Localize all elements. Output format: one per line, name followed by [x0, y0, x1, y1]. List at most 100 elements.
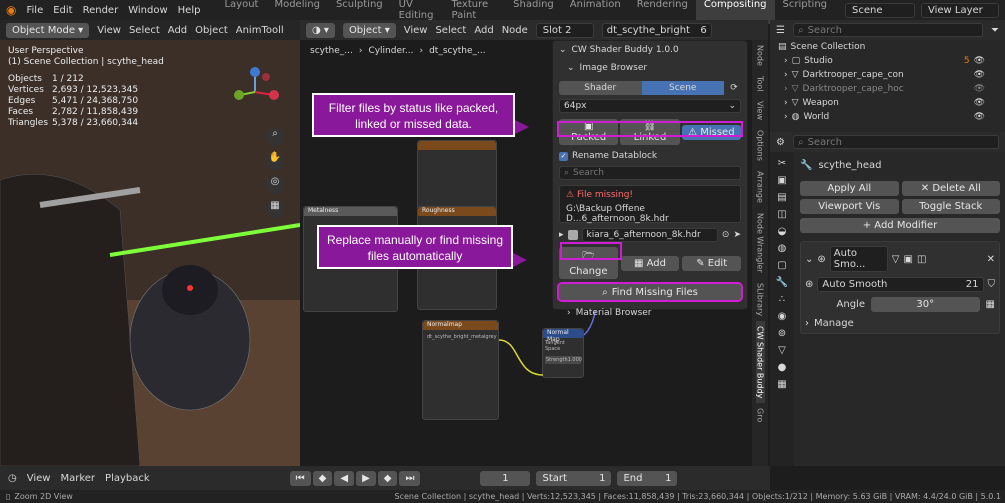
tab-tool[interactable]: Tool [756, 71, 765, 97]
outliner-item-cape-hoc[interactable]: › ▽ Darktrooper_cape_hoc 👁 [770, 82, 1005, 96]
menu-help[interactable]: Help [178, 5, 201, 16]
scene-selector[interactable]: Scene [845, 2, 915, 18]
editor-type-icon[interactable]: ⚙ [776, 137, 785, 148]
timeline-menu-marker[interactable]: Marker [60, 473, 95, 484]
panel-title-row[interactable]: ⌄ CW Shader Buddy 1.0.0 [553, 41, 747, 59]
viewport-vis-button[interactable]: Viewport Vis [800, 199, 899, 214]
outliner-item-cape-con[interactable]: › ▽ Darktrooper_cape_con 👁 [770, 68, 1005, 82]
outliner-root[interactable]: ▤ Scene Collection [770, 40, 1005, 54]
tab-view[interactable]: View [756, 96, 765, 125]
navigation-gizmo-icon[interactable] [228, 65, 282, 119]
image-item-row[interactable]: ▸ kiara_6_afternoon_8k.hdr ⊙ ➤ [559, 228, 741, 242]
output-icon[interactable]: ▤ [777, 192, 786, 203]
visibility-icon[interactable]: 👁 [974, 84, 985, 94]
editor-type-icon[interactable]: ☰ [776, 25, 785, 36]
grid-icon[interactable]: ▦ [266, 200, 284, 218]
image-filename-field[interactable]: kiara_6_afternoon_8k.hdr [581, 228, 718, 242]
physics-icon[interactable]: ◉ [778, 311, 787, 322]
manage-subpanel[interactable]: › Manage [805, 318, 995, 329]
texture-icon[interactable]: ▦ [777, 379, 786, 390]
end-frame-field[interactable]: End 1 [617, 470, 678, 486]
zoom-icon[interactable]: ⌕ [266, 128, 284, 146]
viewport-menu-add[interactable]: Add [168, 25, 187, 36]
play-reverse-icon[interactable]: ◀ [334, 470, 355, 486]
object-mode-dropdown[interactable]: Object Mode ▾ [6, 22, 90, 38]
visibility-icon[interactable]: 👁 [974, 70, 985, 80]
material-icon[interactable]: ● [778, 362, 787, 373]
viewport-menu-animtools[interactable]: AnimTooll [236, 25, 284, 36]
add-modifier-button[interactable]: + Add Modifier [800, 218, 1000, 233]
image-search-input[interactable]: ⌕ Search [559, 166, 741, 180]
menu-edit[interactable]: Edit [53, 5, 72, 16]
outliner-item-world[interactable]: › ◍ World 👁 [770, 110, 1005, 124]
refresh-icon[interactable]: ⟳ [727, 83, 741, 93]
filter-icon[interactable]: ⏷ [991, 25, 999, 36]
apply-all-button[interactable]: Apply All [800, 181, 899, 196]
modifier-name-field[interactable]: Auto Smo... [829, 246, 888, 272]
camera-icon[interactable]: ◎ [266, 176, 284, 194]
viewport-menu-select[interactable]: Select [129, 25, 160, 36]
tab-node[interactable]: Node [756, 40, 765, 71]
prev-key-icon[interactable]: ◆ [312, 470, 333, 486]
tab-shader[interactable]: Shader [559, 81, 642, 95]
jump-start-icon[interactable]: ⏮ [289, 470, 311, 486]
pan-hand-icon[interactable]: ✋ [266, 152, 284, 170]
image-browser-subpanel[interactable]: ⌄ Image Browser [553, 59, 747, 77]
material-browser-subpanel[interactable]: › Material Browser [567, 308, 733, 318]
tab-cw-shader-buddy[interactable]: CW Shader Buddy [755, 321, 765, 404]
tab-slibrary[interactable]: SLibrary [756, 278, 765, 321]
cursor-icon[interactable]: ➤ [733, 230, 741, 240]
outliner-search-input[interactable]: ⌕ Search [792, 23, 983, 37]
modifier-wrench-icon[interactable]: 🔧 [776, 277, 788, 288]
tab-options[interactable]: Options [756, 125, 765, 166]
visibility-icon[interactable]: 👁 [974, 56, 985, 66]
tab-node-wrangler[interactable]: Node Wrangler [756, 208, 765, 278]
tab-gro[interactable]: Gro [756, 403, 765, 427]
keyframe-icon[interactable]: ▦ [986, 299, 995, 310]
constraints-icon[interactable]: ⊚ [778, 328, 786, 339]
fake-user-icon[interactable]: ⛉ [988, 279, 996, 290]
delete-all-button[interactable]: ✕ Delete All [901, 181, 1000, 196]
node-group-field[interactable]: Auto Smooth 21 [817, 277, 984, 292]
angle-field[interactable]: 30° [871, 297, 980, 312]
toggle-stack-button[interactable]: Toggle Stack [901, 199, 1000, 214]
play-icon[interactable]: ▶ [356, 470, 376, 486]
3d-viewport[interactable]: Object Mode ▾ View Select Add Object Ani… [0, 20, 300, 466]
viewport-display-icon[interactable]: ▣ [903, 254, 912, 265]
scene-icon[interactable]: ◒ [778, 226, 787, 237]
thumbnail-size-dropdown[interactable]: 64px ⌄ [559, 99, 741, 113]
edit-mode-icon[interactable]: ▽ [892, 254, 900, 265]
object-icon[interactable]: ▢ [777, 260, 786, 271]
visibility-icon[interactable]: 👁 [974, 98, 985, 108]
particles-icon[interactable]: ∴ [779, 294, 785, 305]
jump-end-icon[interactable]: ⏭ [399, 470, 421, 486]
tab-scene[interactable]: Scene [641, 81, 724, 95]
edit-button[interactable]: ✎ Edit [682, 255, 742, 271]
start-frame-field[interactable]: Start 1 [536, 470, 612, 486]
menu-render[interactable]: Render [83, 5, 119, 16]
menu-window[interactable]: Window [128, 5, 167, 16]
outliner-item-studio[interactable]: › ▢ Studio 5 👁 [770, 54, 1005, 68]
blender-logo-icon[interactable]: ◉ [6, 3, 16, 17]
tool-icon[interactable]: ✂ [778, 158, 786, 169]
clock-icon[interactable]: ◷ [8, 473, 17, 484]
data-icon[interactable]: ▽ [778, 345, 786, 356]
render-display-icon[interactable]: ◫ [917, 254, 926, 265]
current-frame-field[interactable]: 1 [480, 470, 531, 486]
view-layer-icon[interactable]: ◫ [777, 209, 786, 220]
next-key-icon[interactable]: ◆ [377, 470, 398, 486]
tab-arrange[interactable]: Arrange [756, 166, 765, 208]
view-layer-selector[interactable]: View Layer [921, 2, 999, 18]
viewport-menu-object[interactable]: Object [195, 25, 228, 36]
properties-search-input[interactable]: ⌕ Search [792, 135, 999, 149]
search-image-icon[interactable]: ⊙ [722, 230, 730, 240]
render-icon[interactable]: ▣ [777, 175, 786, 186]
close-icon[interactable]: ✕ [987, 254, 995, 265]
rename-datablock-checkbox[interactable]: ✓ Rename Datablock [559, 151, 741, 161]
world-icon[interactable]: ◍ [778, 243, 787, 254]
outliner-item-weapon[interactable]: › ▽ Weapon 👁 [770, 96, 1005, 110]
timeline-menu-view[interactable]: View [27, 473, 51, 484]
visibility-icon[interactable]: 👁 [974, 112, 985, 122]
modifier-header[interactable]: ⌄ ⊛ Auto Smo... ▽ ▣ ◫ ✕ [805, 246, 995, 272]
viewport-menu-view[interactable]: View [97, 25, 121, 36]
